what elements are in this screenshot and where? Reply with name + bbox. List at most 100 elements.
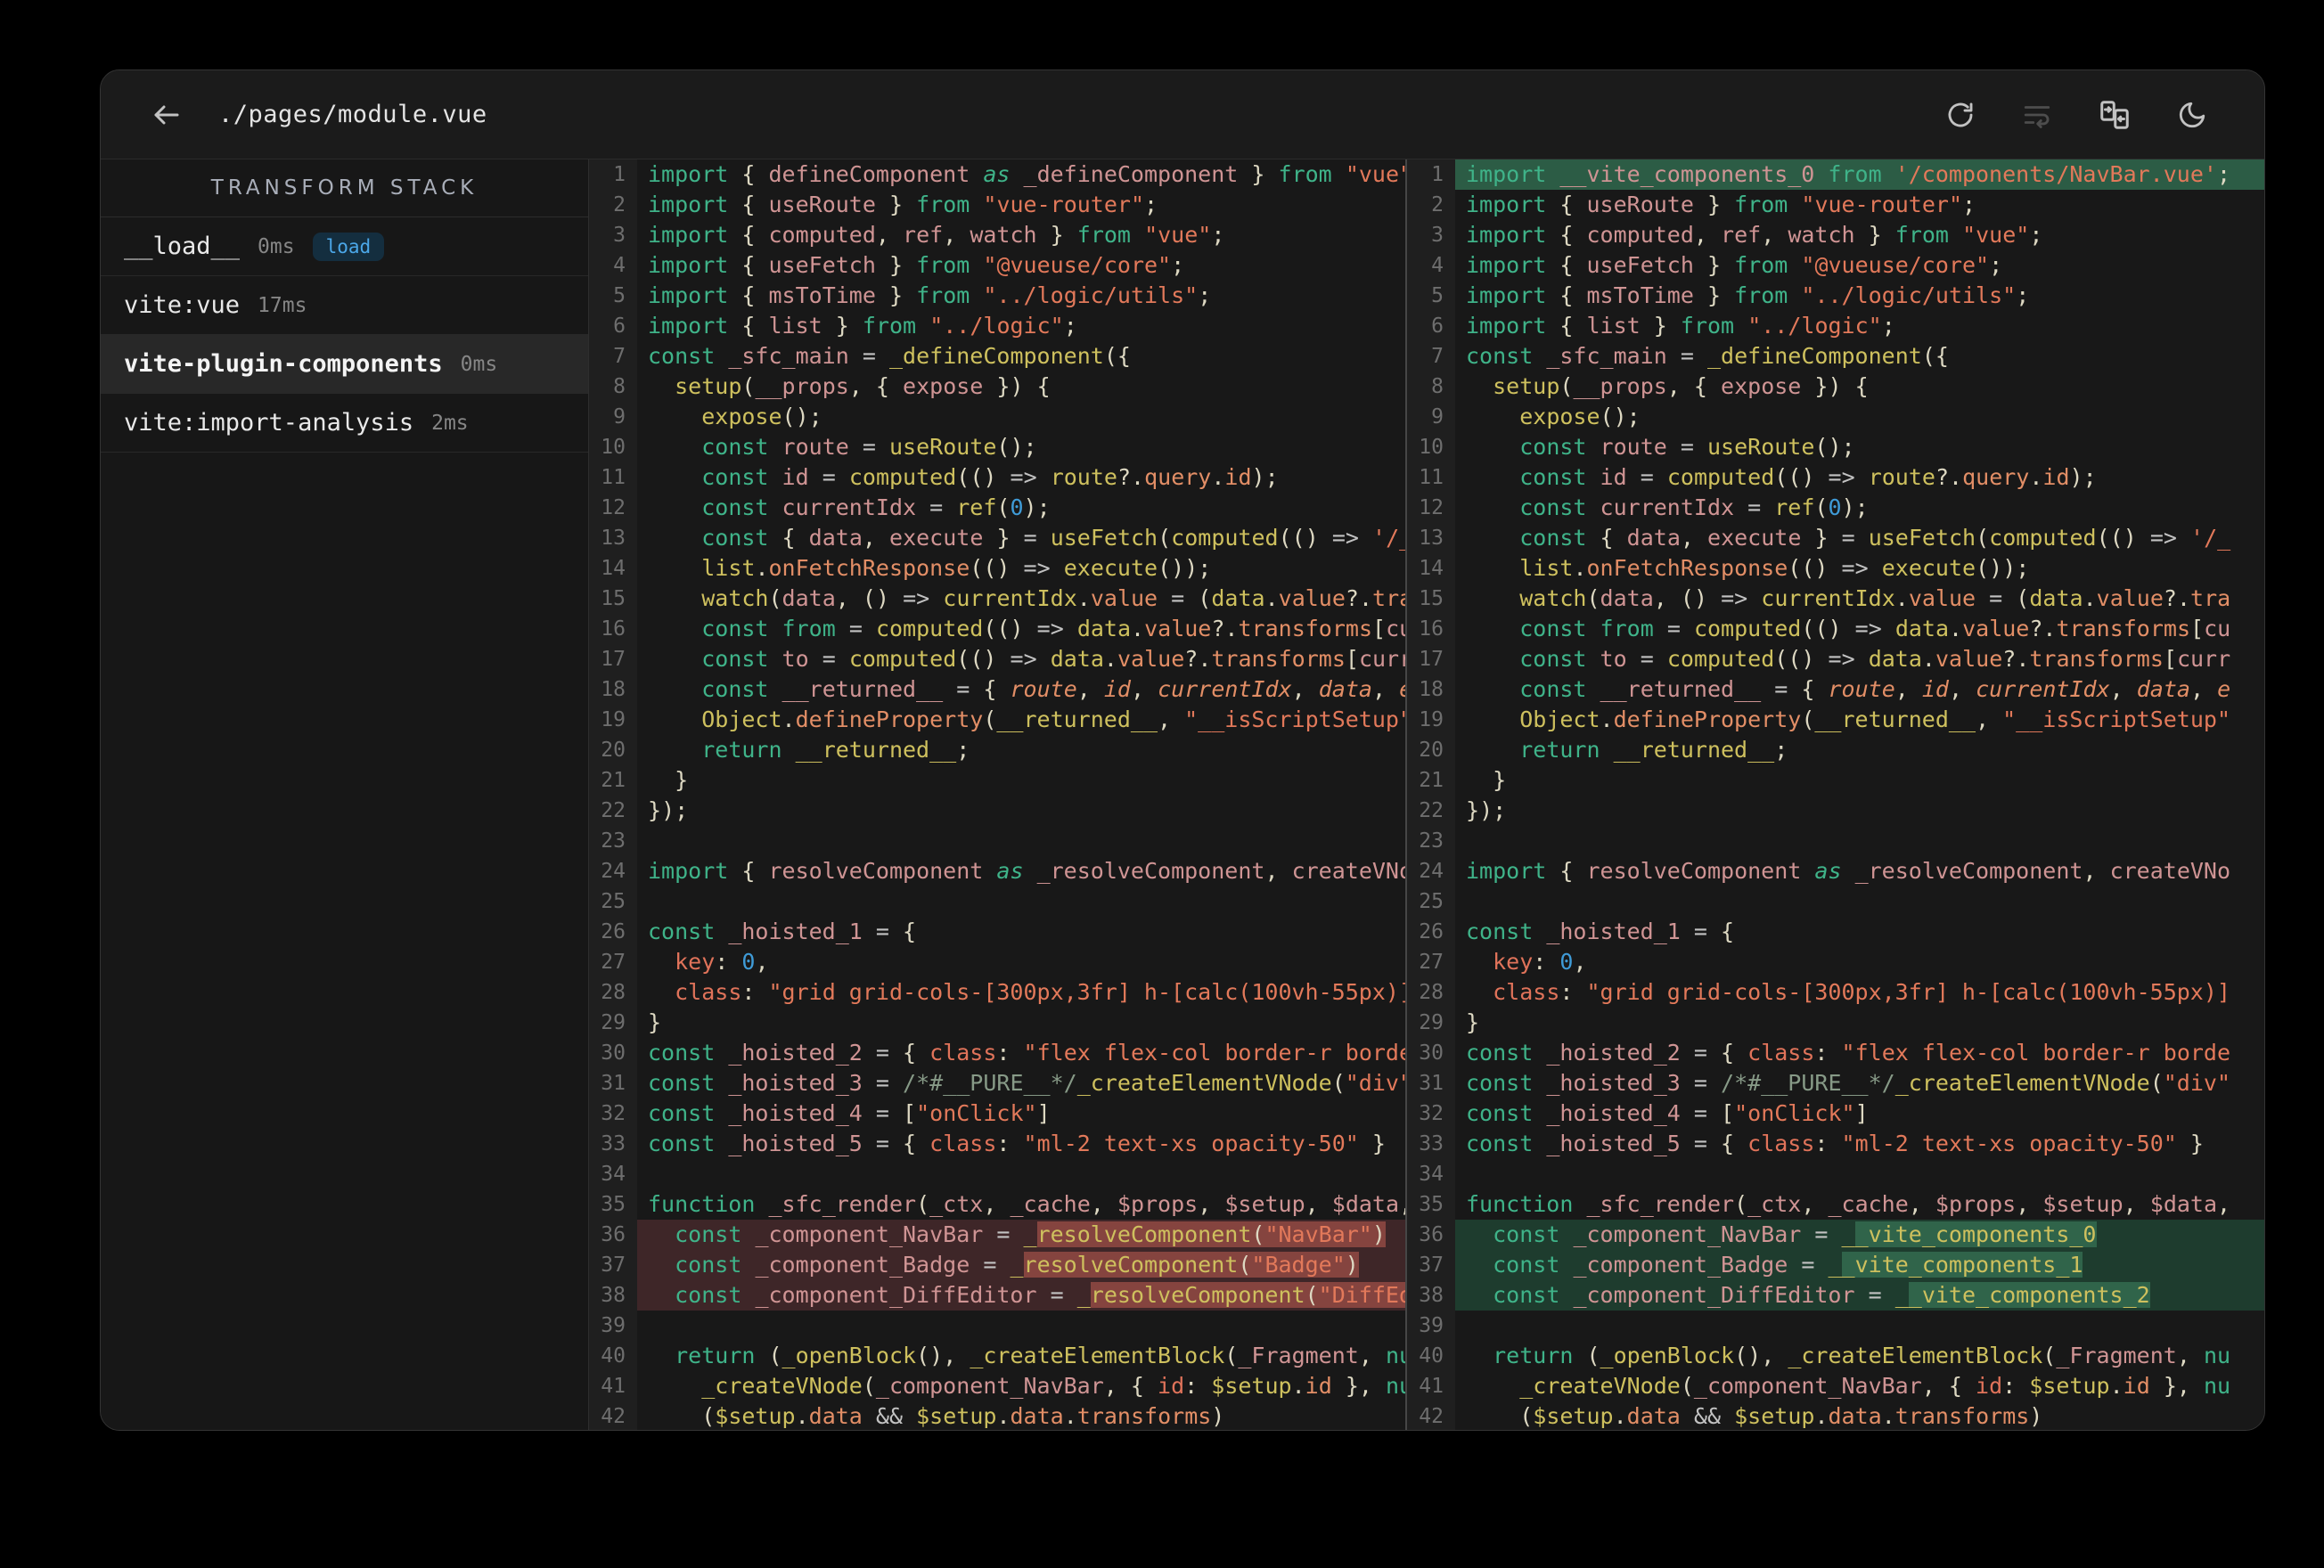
code-text: const _hoisted_1 = { bbox=[648, 919, 917, 944]
code-line: 34 bbox=[589, 1159, 1405, 1189]
code-line: 22}); bbox=[1407, 796, 2264, 826]
line-number: 35 bbox=[1407, 1189, 1455, 1220]
line-number: 38 bbox=[589, 1280, 637, 1311]
line-number: 16 bbox=[1407, 614, 1455, 644]
line-number: 32 bbox=[589, 1098, 637, 1129]
code-text: } bbox=[1466, 1009, 1480, 1035]
line-number: 11 bbox=[589, 462, 637, 493]
line-number: 7 bbox=[589, 341, 637, 372]
code-line: 41 _createVNode(_component_NavBar, { id:… bbox=[589, 1371, 1405, 1401]
code-text: class: "grid grid-cols-[300px,3fr] h-[ca… bbox=[675, 979, 1405, 1005]
line-number: 17 bbox=[1407, 644, 1455, 674]
line-number: 42 bbox=[1407, 1401, 1455, 1430]
code-line: 42 ($setup.data && $setup.data.transform… bbox=[589, 1401, 1405, 1430]
line-number: 40 bbox=[1407, 1341, 1455, 1371]
code-line: 2 import { useRoute } from "vue-router"; bbox=[1407, 190, 2264, 220]
code-line: 37 const _component_Badge = _resolveComp… bbox=[589, 1250, 1405, 1280]
sidebar-item--load-[interactable]: __load__ 0ms load bbox=[101, 217, 588, 276]
code-line: 19 Object.defineProperty(__returned__, "… bbox=[1407, 705, 2264, 735]
line-number: 39 bbox=[589, 1311, 637, 1341]
line-number: 14 bbox=[1407, 553, 1455, 584]
line-number: 30 bbox=[589, 1038, 637, 1068]
code-text: import { defineComponent as _defineCompo… bbox=[648, 161, 1405, 187]
back-button[interactable] bbox=[151, 99, 183, 131]
code-line: 26 const _hoisted_1 = { bbox=[589, 917, 1405, 947]
code-text: key: 0, bbox=[1493, 949, 1587, 975]
line-number: 13 bbox=[1407, 523, 1455, 553]
app-window: ./pages/module.vue TRANSFORM STACK __loa… bbox=[100, 69, 2265, 1431]
line-number: 9 bbox=[1407, 402, 1455, 432]
line-number: 24 bbox=[589, 856, 637, 886]
code-line: 16 const from = computed(() => data.valu… bbox=[1407, 614, 2264, 644]
code-line: 4 import { useFetch } from "@vueuse/core"… bbox=[589, 250, 1405, 281]
code-line: 11 const id = computed(() => route?.quer… bbox=[589, 462, 1405, 493]
wrap-lines-icon[interactable] bbox=[2022, 100, 2052, 130]
line-number: 27 bbox=[589, 947, 637, 977]
sidebar-item-vite-plugin-components[interactable]: vite-plugin-components 0ms bbox=[101, 335, 588, 394]
code-line: 3 import { computed, ref, watch } from "v… bbox=[1407, 220, 2264, 250]
code-line: 8 setup(__props, { expose }) { bbox=[1407, 372, 2264, 402]
plugin-time: 17ms bbox=[258, 293, 307, 317]
code-text: const __returned__ = { route, id, curren… bbox=[1519, 676, 2231, 702]
code-text: const _hoisted_5 = { class: "ml-2 text-x… bbox=[648, 1131, 1386, 1156]
code-text: const _hoisted_4 = ["onClick"] bbox=[1466, 1100, 1869, 1126]
code-line: 30 const _hoisted_2 = { class: "flex flex… bbox=[1407, 1038, 2264, 1068]
dark-mode-icon[interactable] bbox=[2177, 100, 2207, 130]
code-line: 40 return (_openBlock(), _createElementB… bbox=[1407, 1341, 2264, 1371]
line-number: 37 bbox=[1407, 1250, 1455, 1280]
line-number: 11 bbox=[1407, 462, 1455, 493]
sidebar-item-vite-import-analysis[interactable]: vite:import-analysis 2ms bbox=[101, 394, 588, 453]
module-path-title: ./pages/module.vue bbox=[218, 101, 487, 128]
code-panel-before[interactable]: 1 import { defineComponent as _defineComp… bbox=[589, 159, 1405, 1430]
line-number: 39 bbox=[1407, 1311, 1455, 1341]
code-line: 31 const _hoisted_3 = /*#__PURE__*/_creat… bbox=[589, 1068, 1405, 1098]
line-number: 25 bbox=[589, 886, 637, 917]
code-line: 8 setup(__props, { expose }) { bbox=[589, 372, 1405, 402]
code-line: 35 function _sfc_render(_ctx, _cache, $pr… bbox=[1407, 1189, 2264, 1220]
code-line: 21 } bbox=[589, 765, 1405, 796]
main-area: TRANSFORM STACK __load__ 0ms load vite:vue 1… bbox=[101, 159, 2264, 1430]
code-line: 32 const _hoisted_4 = ["onClick"] bbox=[1407, 1098, 2264, 1129]
code-line: 33 const _hoisted_5 = { class: "ml-2 text… bbox=[589, 1129, 1405, 1159]
code-line: 30 const _hoisted_2 = { class: "flex flex… bbox=[589, 1038, 1405, 1068]
code-text: const _component_Badge = __vite_componen… bbox=[1455, 1250, 2264, 1280]
code-text: expose(); bbox=[701, 404, 822, 429]
side-by-side-diff-icon[interactable] bbox=[2099, 99, 2131, 131]
code-line: 29} bbox=[1407, 1008, 2264, 1038]
code-line: 10 const route = useRoute(); bbox=[589, 432, 1405, 462]
line-number: 33 bbox=[589, 1129, 637, 1159]
line-number: 22 bbox=[1407, 796, 1455, 826]
line-number: 20 bbox=[1407, 735, 1455, 765]
code-text: expose(); bbox=[1519, 404, 1641, 429]
sidebar-item-vite-vue[interactable]: vite:vue 17ms bbox=[101, 276, 588, 335]
code-text: const from = computed(() => data.value?.… bbox=[701, 616, 1405, 641]
code-line: 14 list.onFetchResponse(() => execute())… bbox=[1407, 553, 2264, 584]
code-text: return (_openBlock(), _createElementBloc… bbox=[1493, 1343, 2231, 1368]
line-number: 29 bbox=[589, 1008, 637, 1038]
code-panel-after[interactable]: 1 import __vite_components_0 from '/compo… bbox=[1407, 159, 2264, 1430]
code-line: 25 bbox=[589, 886, 1405, 917]
line-number: 34 bbox=[589, 1159, 637, 1189]
code-text: import { useRoute } from "vue-router"; bbox=[1466, 192, 1976, 217]
line-number: 26 bbox=[589, 917, 637, 947]
code-line: 9 expose(); bbox=[1407, 402, 2264, 432]
code-text: _createVNode(_component_NavBar, { id: $s… bbox=[701, 1373, 1405, 1399]
code-text: import { resolveComponent as _resolveCom… bbox=[648, 858, 1405, 884]
refresh-icon[interactable] bbox=[1945, 100, 1976, 130]
line-number: 38 bbox=[1407, 1280, 1455, 1311]
diff-changed-token: resolveComponent("NavBar") bbox=[1036, 1221, 1386, 1247]
line-number: 4 bbox=[1407, 250, 1455, 281]
line-number: 7 bbox=[1407, 341, 1455, 372]
code-text: const { data, execute } = useFetch(compu… bbox=[1519, 525, 2231, 551]
diff-changed-token: _vite_components_0 bbox=[1854, 1221, 2097, 1247]
code-text: import { msToTime } from "../logic/utils… bbox=[648, 282, 1212, 308]
code-text: } bbox=[675, 767, 689, 793]
code-text: const _component_DiffEditor = __vite_com… bbox=[1455, 1280, 2264, 1311]
code-text: setup(__props, { expose }) { bbox=[675, 373, 1051, 399]
line-number: 23 bbox=[1407, 826, 1455, 856]
